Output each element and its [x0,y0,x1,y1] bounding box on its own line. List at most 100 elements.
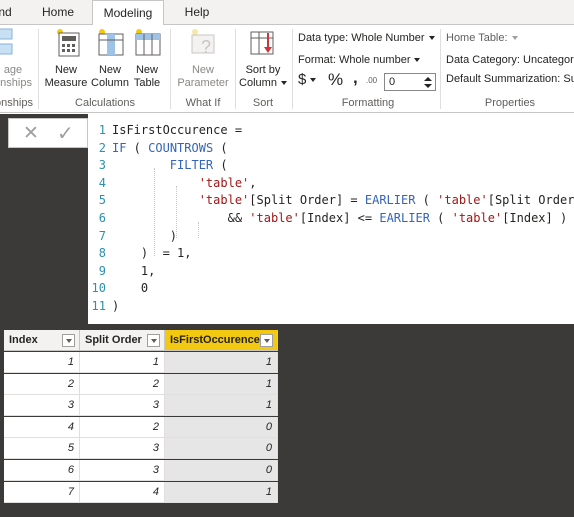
sort-by-column-button[interactable]: Sort by Column [238,27,288,90]
dax-table-name: 'table' [249,211,300,225]
sort-by-column-label-1: Sort by [245,64,281,76]
tab-modeling[interactable]: Modeling [92,0,164,26]
formatting-group-label: Formatting [341,97,395,109]
formula-line: 11) [88,298,120,316]
filter-dropdown-icon[interactable] [62,334,75,347]
line-number: 1 [98,123,106,137]
currency-button[interactable]: $ [298,71,317,88]
data-view-canvas: Index Split Order IsFirstOccurence 1 1 1 2 2 1 3 3… [4,324,574,517]
table-cell[interactable]: 3 [80,438,165,460]
line-number: 4 [98,175,106,190]
line-number: 9 [98,263,106,278]
table-cell[interactable]: 1 [80,352,165,373]
tab-home[interactable]: Home [36,0,80,25]
dax-keyword: IF [112,140,127,155]
column-header-isfirstoccurence[interactable]: IsFirstOccurence [165,330,278,351]
formula-line: 8 ) = 1, [88,245,192,263]
formula-line: 1 IsFirstOccurence = [88,122,242,140]
table-cell[interactable]: 3 [80,460,165,481]
table-cell[interactable]: 2 [80,373,165,395]
table-cell[interactable]: 1 [165,395,278,417]
dax-text: 1, [112,263,156,278]
table-cell[interactable]: 3 [4,395,80,417]
formula-line: 2 IF ( COUNTROWS ( [88,140,228,158]
new-column-button[interactable]: New Column [90,27,130,90]
table-cell[interactable]: 5 [4,438,80,460]
dax-text: ( [415,193,438,208]
new-table-button[interactable]: New Table [130,27,164,90]
column-header-split-order[interactable]: Split Order [80,330,165,351]
dax-text [112,158,170,172]
parameter-icon: ? [191,29,215,57]
formula-line: 6 && 'table'[Index] <= EARLIER ( 'table'… [88,210,567,228]
tab-view-partial[interactable]: nd [0,0,14,25]
data-category-dropdown[interactable]: Data Category: Uncategoriz [446,54,574,66]
whatif-group-label: What If [185,97,221,109]
manage-relationships-button[interactable]: age onships [0,27,34,90]
filter-dropdown-icon[interactable] [260,334,273,347]
dax-keyword: EARLIER [364,193,416,208]
table-cell[interactable]: 0 [165,438,278,460]
table-cell[interactable]: 1 [165,481,278,503]
formula-actions: ✕ ✓ [8,118,88,148]
column-header-label: Index [9,334,38,346]
dax-text: ( [213,158,228,173]
table-cell[interactable]: 4 [80,481,165,503]
default-summarization-dropdown[interactable]: Default Summarization: Sum [446,73,574,85]
table-cell[interactable]: 1 [4,352,80,373]
table-cell[interactable]: 1 [165,373,278,395]
line-number: 11 [91,299,106,313]
table-cell[interactable]: 6 [4,460,80,481]
table-cell[interactable]: 4 [4,416,80,438]
commit-icon[interactable]: ✓ [57,121,74,146]
dax-table-name: 'table' [198,193,250,208]
sort-group-label: Sort [252,97,274,109]
relationships-icon [0,28,13,55]
new-parameter-button[interactable]: ? New Parameter [174,27,232,90]
group-divider [170,29,171,109]
dax-keyword: FILTER [169,158,214,173]
cancel-icon[interactable]: ✕ [23,122,39,145]
new-table-label-1: New [135,64,158,76]
table-cell[interactable]: 0 [165,460,278,481]
table-cell[interactable]: 2 [80,416,165,438]
column-header-label: IsFirstOccurence [170,334,260,346]
column-header-index[interactable]: Index [4,330,80,351]
table-cell[interactable]: 0 [165,416,278,438]
ribbon-tab-bar: nd Home Modeling Help [0,0,574,26]
comma-button[interactable]: , [353,68,358,88]
line-number: 6 [98,211,106,225]
svg-text:?: ? [201,37,211,57]
new-parameter-label-1: New [191,64,214,76]
tab-help[interactable]: Help [176,0,218,25]
new-table-icon [135,29,161,56]
line-number: 8 [98,246,106,261]
decimal-places-spinner[interactable]: 0 [384,73,436,91]
filter-dropdown-icon[interactable] [147,334,160,347]
chevron-down-icon [511,36,518,41]
dax-formula-editor[interactable]: 1 IsFirstOccurence = 2 IF ( COUNTROWS (3 FI… [88,114,574,324]
percent-button[interactable]: % [328,70,343,90]
table-cell[interactable]: 7 [4,481,80,503]
formula-line: 10 0 [88,280,149,298]
new-measure-button[interactable]: New Measure [44,27,88,90]
calculator-icon [57,29,80,57]
format-dropdown[interactable]: Format: Whole number [298,54,421,66]
table-cell[interactable]: 1 [165,352,278,373]
decimal-places-icon: .00 [366,76,378,85]
decimal-places-value: 0 [389,76,396,88]
chevron-down-icon [414,58,421,63]
chevron-down-icon [428,36,435,41]
spinner-arrows-icon[interactable] [424,77,432,88]
group-divider [38,29,39,109]
data-type-dropdown[interactable]: Data type: Whole Number [298,32,435,44]
chevron-down-icon [310,78,317,83]
new-measure-label-1: New [54,64,77,76]
group-divider [292,29,293,109]
sort-by-column-label-2: Column [238,77,288,90]
table-cell[interactable]: 2 [4,373,80,395]
home-table-dropdown[interactable]: Home Table: [446,32,518,44]
table-cell[interactable]: 3 [80,395,165,417]
new-column-label-1: New [98,64,121,76]
dax-text: [Split Order] = [249,193,365,208]
